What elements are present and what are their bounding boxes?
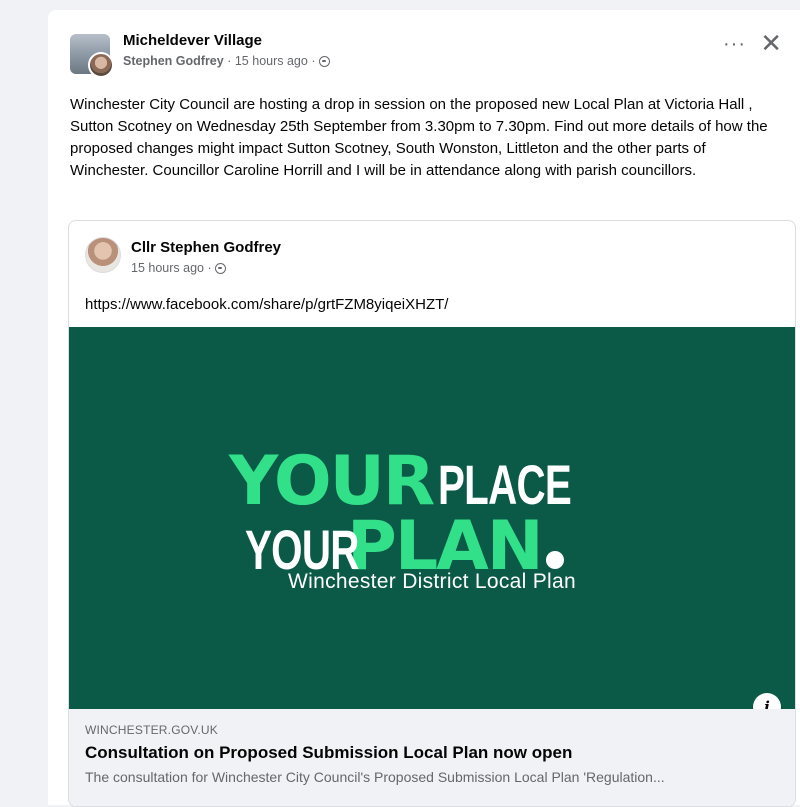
post-meta: Stephen Godfrey · 15 hours ago · xyxy=(123,54,330,68)
shared-timestamp[interactable]: 15 hours ago xyxy=(131,261,204,275)
post-text: Winchester City Council are hosting a dr… xyxy=(70,96,768,179)
shared-link-text[interactable]: https://www.facebook.com/share/p/grtFZM8… xyxy=(85,296,448,313)
more-options-button[interactable]: ··· xyxy=(723,34,746,54)
preview-description: The consultation for Winchester City Cou… xyxy=(85,769,665,785)
meta-separator: · xyxy=(207,261,212,275)
shared-post[interactable]: Cllr Stephen Godfrey 15 hours ago · http… xyxy=(68,220,796,807)
banner-subtitle: Winchester District Local Plan xyxy=(288,570,576,593)
preview-domain: WINCHESTER.GOV.UK xyxy=(85,723,218,737)
post-timestamp[interactable]: 15 hours ago xyxy=(235,54,308,68)
post-card: Micheldever Village Stephen Godfrey · 15… xyxy=(48,10,800,807)
post-header: Micheldever Village Stephen Godfrey · 15… xyxy=(70,32,770,78)
shared-author-name[interactable]: Cllr Stephen Godfrey xyxy=(131,239,281,256)
shared-meta: 15 hours ago · xyxy=(131,261,227,275)
meta-separator: · xyxy=(311,54,316,68)
link-preview-footer[interactable]: WINCHESTER.GOV.UK Consultation on Propos… xyxy=(69,709,795,806)
audience-icon xyxy=(215,263,227,274)
audience-icon xyxy=(318,56,330,67)
shared-author-avatar[interactable] xyxy=(85,237,121,273)
banner-dot xyxy=(545,551,564,569)
preview-title[interactable]: Consultation on Proposed Submission Loca… xyxy=(85,743,572,763)
link-preview-image[interactable]: YOUR PLACE YOURPLAN Winchester District … xyxy=(69,327,795,709)
author-avatar[interactable] xyxy=(88,52,114,78)
page-background xyxy=(0,0,48,805)
shared-post-header: Cllr Stephen Godfrey 15 hours ago · xyxy=(85,237,685,277)
close-button[interactable]: ✕ xyxy=(760,30,782,56)
author-name-link[interactable]: Stephen Godfrey xyxy=(123,54,224,68)
group-name-link[interactable]: Micheldever Village xyxy=(123,32,262,49)
meta-separator: · xyxy=(227,54,232,68)
